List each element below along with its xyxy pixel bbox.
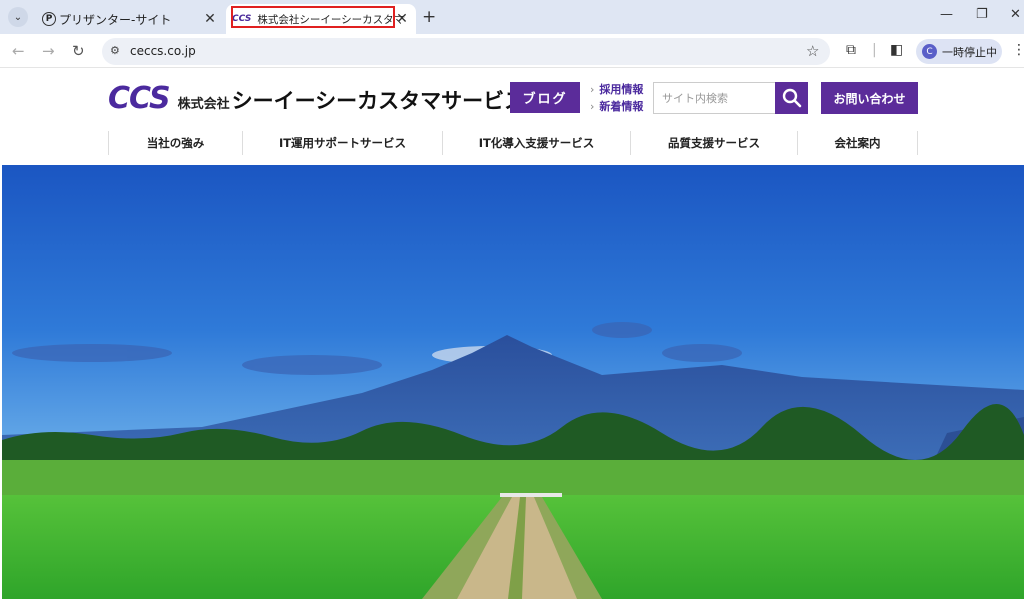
address-bar[interactable]: ⚙ ceccs.co.jp ☆	[102, 38, 830, 65]
avatar: C	[922, 44, 937, 59]
toolbar-divider: |	[872, 42, 877, 58]
global-nav: 当社の強み IT運用サポートサービス IT化導入支援サービス 品質支援サービス …	[108, 131, 918, 155]
contact-button[interactable]: お問い合わせ	[821, 82, 918, 114]
browser-tab-bar: ⌄ P プリザンター-サイト ✕ CCS 株式会社シーイーシーカスタマサービス …	[0, 0, 1024, 34]
nav-it-operation-support[interactable]: IT運用サポートサービス	[242, 131, 442, 155]
hero-image	[2, 165, 1024, 599]
news-link[interactable]: 新着情報	[590, 98, 643, 115]
hero-landscape-illustration	[2, 165, 1024, 599]
new-tab-icon[interactable]: +	[422, 7, 436, 27]
menu-kebab-icon[interactable]: ⋮	[1012, 42, 1024, 58]
browser-toolbar: ← → ↻ ⚙ ceccs.co.jp ☆ ⧉ | ◧ C 一時停止中 ⋮	[0, 34, 1024, 68]
site-logo[interactable]: CCS 株式会社 シーイーシーカスタマサービス	[108, 81, 525, 116]
blog-button[interactable]: ブログ	[510, 82, 580, 113]
header-sub-links: 採用情報 新着情報	[590, 81, 643, 115]
close-tab-icon[interactable]: ✕	[202, 11, 218, 27]
search-button[interactable]	[775, 82, 808, 114]
site-header: CCS 株式会社 シーイーシーカスタマサービス ブログ 採用情報 新着情報 サイ…	[0, 69, 1024, 165]
tab-title: 株式会社シーイーシーカスタマサービス	[257, 13, 405, 26]
tab-presanter[interactable]: P プリザンター-サイト ✕	[36, 4, 222, 34]
ccs-favicon-icon: CCS	[232, 14, 252, 24]
side-panel-icon[interactable]: ◧	[890, 42, 903, 58]
puzzle-icon[interactable]: ⧉	[846, 42, 856, 58]
presanter-favicon-icon: P	[42, 12, 56, 26]
star-icon[interactable]: ☆	[806, 42, 819, 60]
profile-status: 一時停止中	[942, 45, 997, 59]
tab-title: プリザンター-サイト	[59, 12, 172, 27]
nav-it-introduction-support[interactable]: IT化導入支援サービス	[442, 131, 630, 155]
url-text: ceccs.co.jp	[130, 44, 196, 58]
tab-ccs[interactable]: CCS 株式会社シーイーシーカスタマサービス ✕	[226, 4, 416, 34]
restore-icon[interactable]: ❐	[976, 7, 988, 22]
logo-prefix: 株式会社	[177, 97, 230, 112]
nav-strengths[interactable]: 当社の強み	[108, 131, 242, 155]
nav-company-info[interactable]: 会社案内	[797, 131, 918, 155]
back-icon[interactable]: ←	[12, 42, 25, 60]
forward-icon[interactable]: →	[42, 42, 55, 60]
close-tab-icon[interactable]: ✕	[394, 11, 410, 27]
recruit-link[interactable]: 採用情報	[590, 81, 643, 98]
tab-search-chevron-icon[interactable]: ⌄	[8, 7, 28, 27]
logo-mark: CCS	[108, 81, 171, 116]
bridge	[500, 493, 562, 497]
site-search-input[interactable]: サイト内検索	[653, 82, 775, 114]
search-icon	[782, 88, 801, 108]
minimize-icon[interactable]: —	[940, 7, 953, 22]
logo-company-name: シーイーシーカスタマサービス	[231, 89, 526, 113]
site-info-icon[interactable]: ⚙	[110, 44, 120, 57]
nav-quality-support[interactable]: 品質支援サービス	[630, 131, 797, 155]
close-window-icon[interactable]: ✕	[1010, 7, 1021, 22]
reload-icon[interactable]: ↻	[72, 42, 85, 60]
profile-button[interactable]: C 一時停止中	[916, 39, 1002, 64]
